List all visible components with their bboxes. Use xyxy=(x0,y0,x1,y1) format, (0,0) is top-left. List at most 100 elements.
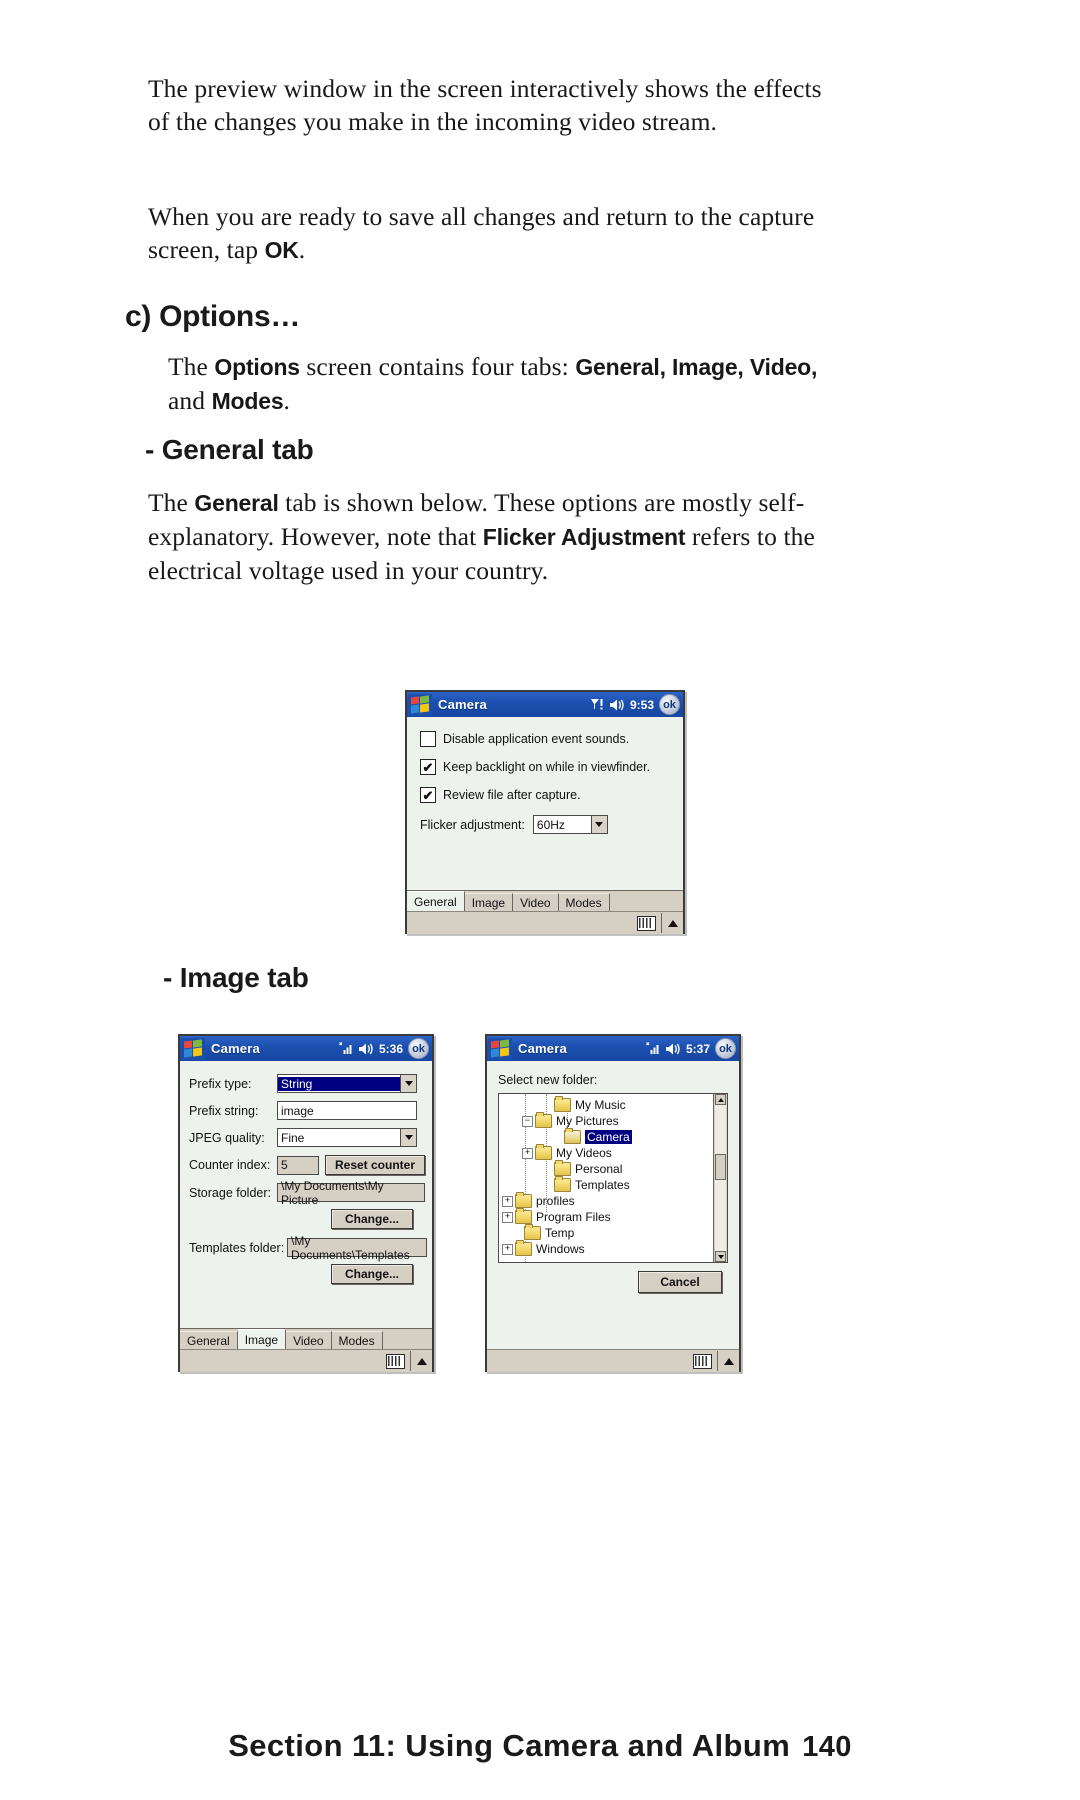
volume-icon[interactable] xyxy=(609,698,625,712)
tree-item-label: Camera xyxy=(585,1130,632,1144)
status-clock: 9:53 xyxy=(629,697,654,712)
volume-icon[interactable] xyxy=(358,1042,374,1056)
input-storage-folder[interactable]: \My Documents\My Picture xyxy=(277,1179,425,1207)
expand-plus-icon[interactable]: + xyxy=(502,1211,513,1223)
titlebar-general: Camera 9:53 ok xyxy=(407,692,683,717)
chevron-up-icon[interactable] xyxy=(668,919,678,927)
tree-item[interactable]: Temp xyxy=(499,1224,727,1241)
connectivity-icon[interactable] xyxy=(645,1041,660,1056)
change-storage-folder-button[interactable]: Change... xyxy=(331,1209,413,1229)
device-screenshot-folder-picker: Camera 5:37 ok Select new folder: My Mus… xyxy=(485,1034,741,1372)
tab-video[interactable]: Video xyxy=(286,1331,332,1350)
chevron-down-icon[interactable] xyxy=(400,1075,416,1092)
field-row-jpeg-quality: JPEG quality: Fine xyxy=(189,1128,427,1147)
reset-counter-button[interactable]: Reset counter xyxy=(325,1155,425,1175)
titlebar-folder: Camera 5:37 ok xyxy=(487,1036,739,1061)
select-jpeg-quality[interactable]: Fine xyxy=(277,1128,417,1147)
checkbox-label-review-file: Review file after capture. xyxy=(443,788,581,802)
collapse-minus-icon[interactable]: − xyxy=(522,1115,533,1127)
tree-item[interactable]: Templates xyxy=(499,1176,727,1193)
ok-button[interactable]: ok xyxy=(715,1038,736,1059)
tab-general[interactable]: General xyxy=(180,1331,238,1350)
input-prefix-string[interactable]: image xyxy=(277,1101,417,1120)
signal-icon[interactable] xyxy=(590,697,604,713)
chevron-up-icon[interactable] xyxy=(724,1357,734,1365)
tab-modes[interactable]: Modes xyxy=(558,893,610,912)
tab-image[interactable]: Image xyxy=(464,893,514,912)
flicker-adjustment-select[interactable]: 60Hz xyxy=(532,815,608,834)
opt-bold-tabs: General, Image, Video, xyxy=(575,354,818,380)
volume-icon[interactable] xyxy=(665,1042,681,1056)
tree-item-label: Program Files xyxy=(536,1210,611,1224)
label-prefix-string: Prefix string: xyxy=(189,1103,259,1118)
image-tab-content: Prefix type: String Prefix string: image… xyxy=(180,1061,432,1372)
label-storage-folder: Storage folder: xyxy=(189,1185,271,1200)
folder-icon xyxy=(535,1112,552,1128)
keyboard-icon[interactable] xyxy=(636,915,656,931)
tree-item-label: Templates xyxy=(575,1178,630,1192)
expand-plus-icon[interactable]: + xyxy=(502,1243,513,1255)
field-row-prefix-string: Prefix string: image xyxy=(189,1101,427,1120)
soft-input-bar-general xyxy=(407,911,683,934)
tab-modes[interactable]: Modes xyxy=(331,1331,383,1350)
folder-tree[interactable]: My Music − My Pictures Camera + My Video… xyxy=(498,1093,728,1263)
folder-icon xyxy=(515,1192,532,1208)
flicker-adjustment-row: Flicker adjustment: 60Hz xyxy=(420,815,608,834)
tree-item-label: My Pictures xyxy=(556,1114,619,1128)
tab-video[interactable]: Video xyxy=(513,893,559,912)
tree-item[interactable]: − My Pictures xyxy=(499,1112,727,1129)
checkbox-keep-backlight[interactable]: ✔ xyxy=(420,759,436,775)
select-prefix-type[interactable]: String xyxy=(277,1074,417,1093)
ok-button[interactable]: ok xyxy=(408,1038,429,1059)
tabstrip-image: General Image Video Modes xyxy=(180,1328,432,1350)
ok-emphasis: OK xyxy=(264,237,299,263)
folder-icon xyxy=(515,1240,532,1256)
tab-image[interactable]: Image xyxy=(237,1329,287,1350)
checkbox-label-disable-sounds: Disable application event sounds. xyxy=(443,732,630,746)
scroll-thumb[interactable] xyxy=(715,1154,726,1180)
keyboard-icon[interactable] xyxy=(692,1353,712,1369)
heading-options: c) Options… xyxy=(125,300,301,333)
checkbox-review-file[interactable]: ✔ xyxy=(420,787,436,803)
page-footer: Section 11: Using Camera and Album 140 xyxy=(0,1728,1080,1764)
scroll-up-icon[interactable] xyxy=(715,1094,726,1105)
folder-icon xyxy=(554,1176,571,1192)
tree-item[interactable]: Personal xyxy=(499,1160,727,1177)
window-title: Camera xyxy=(518,1041,567,1056)
checkbox-row-review-file[interactable]: ✔ Review file after capture. xyxy=(420,787,581,803)
chevron-down-icon[interactable] xyxy=(590,816,607,833)
change-templates-folder-button[interactable]: Change... xyxy=(331,1264,413,1284)
checkbox-row-keep-backlight[interactable]: ✔ Keep backlight on while in viewfinder. xyxy=(420,759,650,775)
opt-bold-modes: Modes xyxy=(211,388,284,414)
input-templates-folder[interactable]: \My Documents\Templates xyxy=(287,1234,427,1262)
tree-scrollbar[interactable] xyxy=(713,1094,727,1262)
ok-button[interactable]: ok xyxy=(659,694,680,715)
checkbox-row-disable-sounds[interactable]: Disable application event sounds. xyxy=(420,731,629,747)
cancel-button[interactable]: Cancel xyxy=(638,1271,722,1293)
folder-open-icon xyxy=(564,1128,581,1144)
keyboard-icon[interactable] xyxy=(385,1353,405,1369)
tabstrip-general: General Image Video Modes xyxy=(407,890,683,912)
expand-plus-icon[interactable]: + xyxy=(502,1195,513,1207)
tree-item[interactable]: + profiles xyxy=(499,1192,727,1209)
tab-general[interactable]: General xyxy=(407,891,465,912)
tree-item[interactable]: + Program Files xyxy=(499,1208,727,1225)
tree-item-label: Personal xyxy=(575,1162,623,1176)
tree-item[interactable]: My Music xyxy=(499,1096,727,1113)
status-icons: 5:37 ok xyxy=(645,1038,739,1059)
chevron-up-icon[interactable] xyxy=(417,1357,427,1365)
tree-item[interactable]: + My Videos xyxy=(499,1144,727,1161)
checkbox-disable-sounds[interactable] xyxy=(420,731,436,747)
input-counter-index[interactable]: 5 xyxy=(277,1155,319,1175)
field-row-prefix-type: Prefix type: String xyxy=(189,1074,427,1093)
tree-item-selected[interactable]: Camera xyxy=(499,1128,727,1145)
folder-picker-content: Select new folder: My Music − My Picture… xyxy=(487,1061,739,1372)
chevron-down-icon[interactable] xyxy=(400,1129,416,1146)
expand-plus-icon[interactable]: + xyxy=(522,1147,533,1159)
opt-text-4: . xyxy=(283,386,290,415)
connectivity-icon[interactable] xyxy=(338,1041,353,1056)
windows-logo-icon xyxy=(181,1037,205,1060)
scroll-down-icon[interactable] xyxy=(715,1251,726,1262)
device-screenshot-general-tab: Camera 9:53 ok Disable application event… xyxy=(405,690,685,934)
tree-item[interactable]: + Windows xyxy=(499,1240,727,1257)
